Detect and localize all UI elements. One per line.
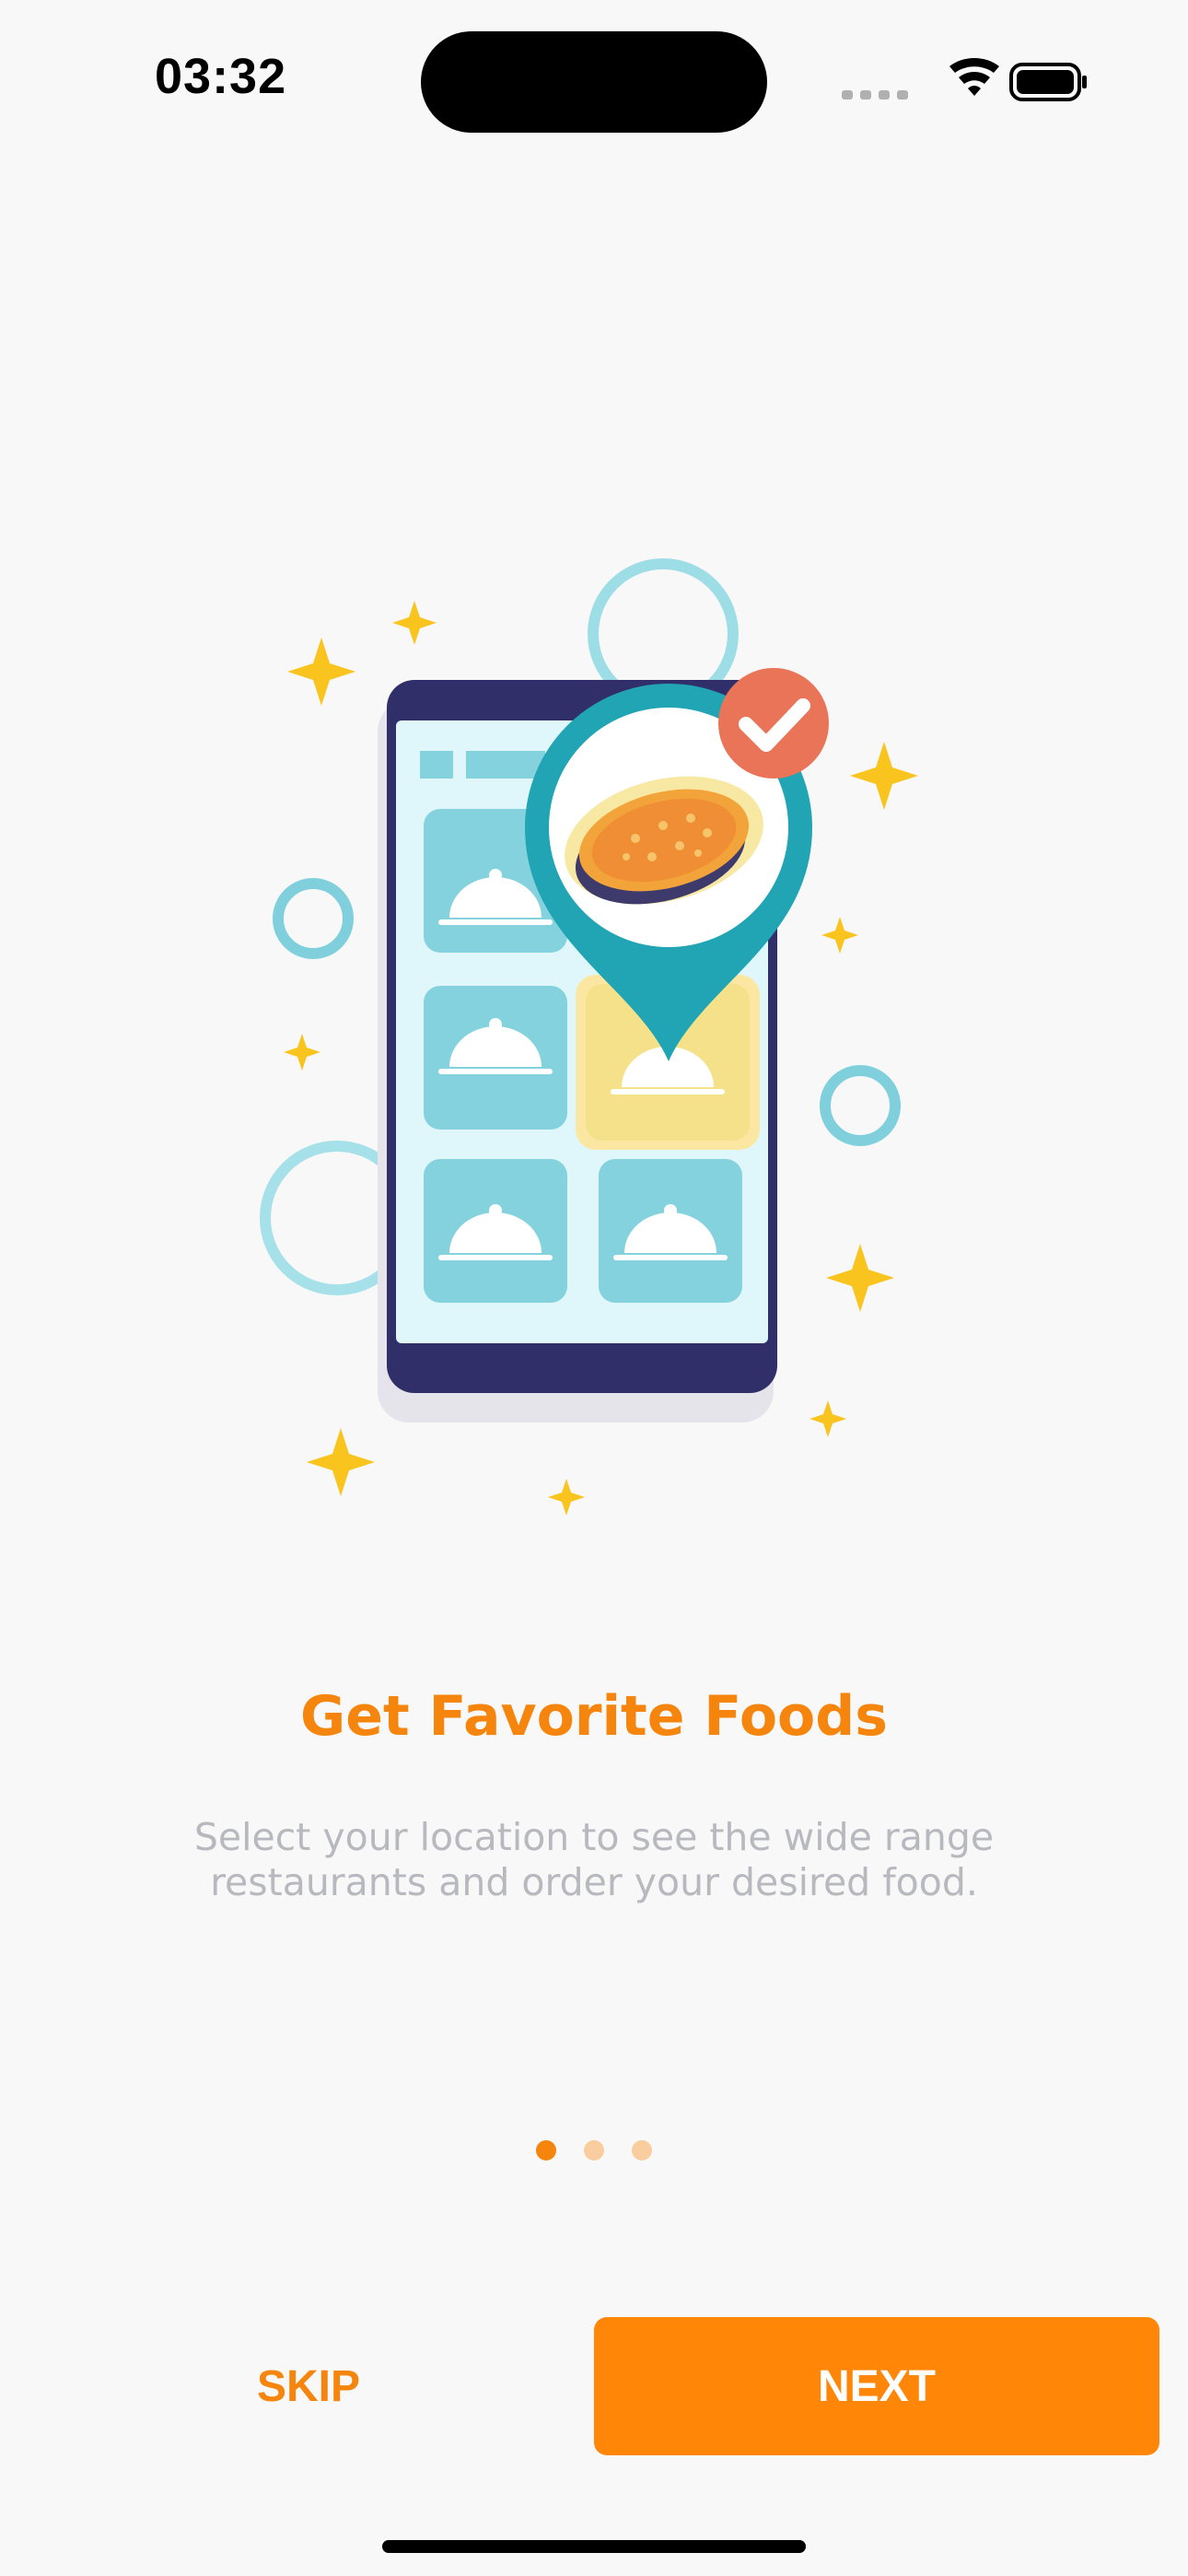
page-dot-3[interactable] <box>632 2140 652 2160</box>
page-dot-1[interactable] <box>536 2140 556 2160</box>
cellular-signal-icon <box>842 90 908 100</box>
home-indicator <box>382 2540 806 2553</box>
onboarding-title: Get Favorite Foods <box>300 1684 888 1749</box>
next-button[interactable]: NEXT <box>594 2317 1159 2455</box>
onboarding-description: Select your location to see the wide ran… <box>193 1815 995 1904</box>
page-indicator <box>0 2140 1188 2160</box>
page-dot-2[interactable] <box>584 2140 604 2160</box>
skip-button[interactable]: SKIP <box>221 2349 396 2423</box>
ring-decoration <box>820 1065 901 1146</box>
dynamic-island <box>421 31 767 133</box>
onboarding-illustration <box>249 553 930 1539</box>
status-icons <box>840 55 1089 111</box>
battery-icon <box>1009 63 1087 101</box>
status-time: 03:32 <box>155 49 287 104</box>
wifi-icon <box>949 58 999 96</box>
check-badge-icon <box>718 668 829 779</box>
ring-decoration <box>273 878 354 959</box>
